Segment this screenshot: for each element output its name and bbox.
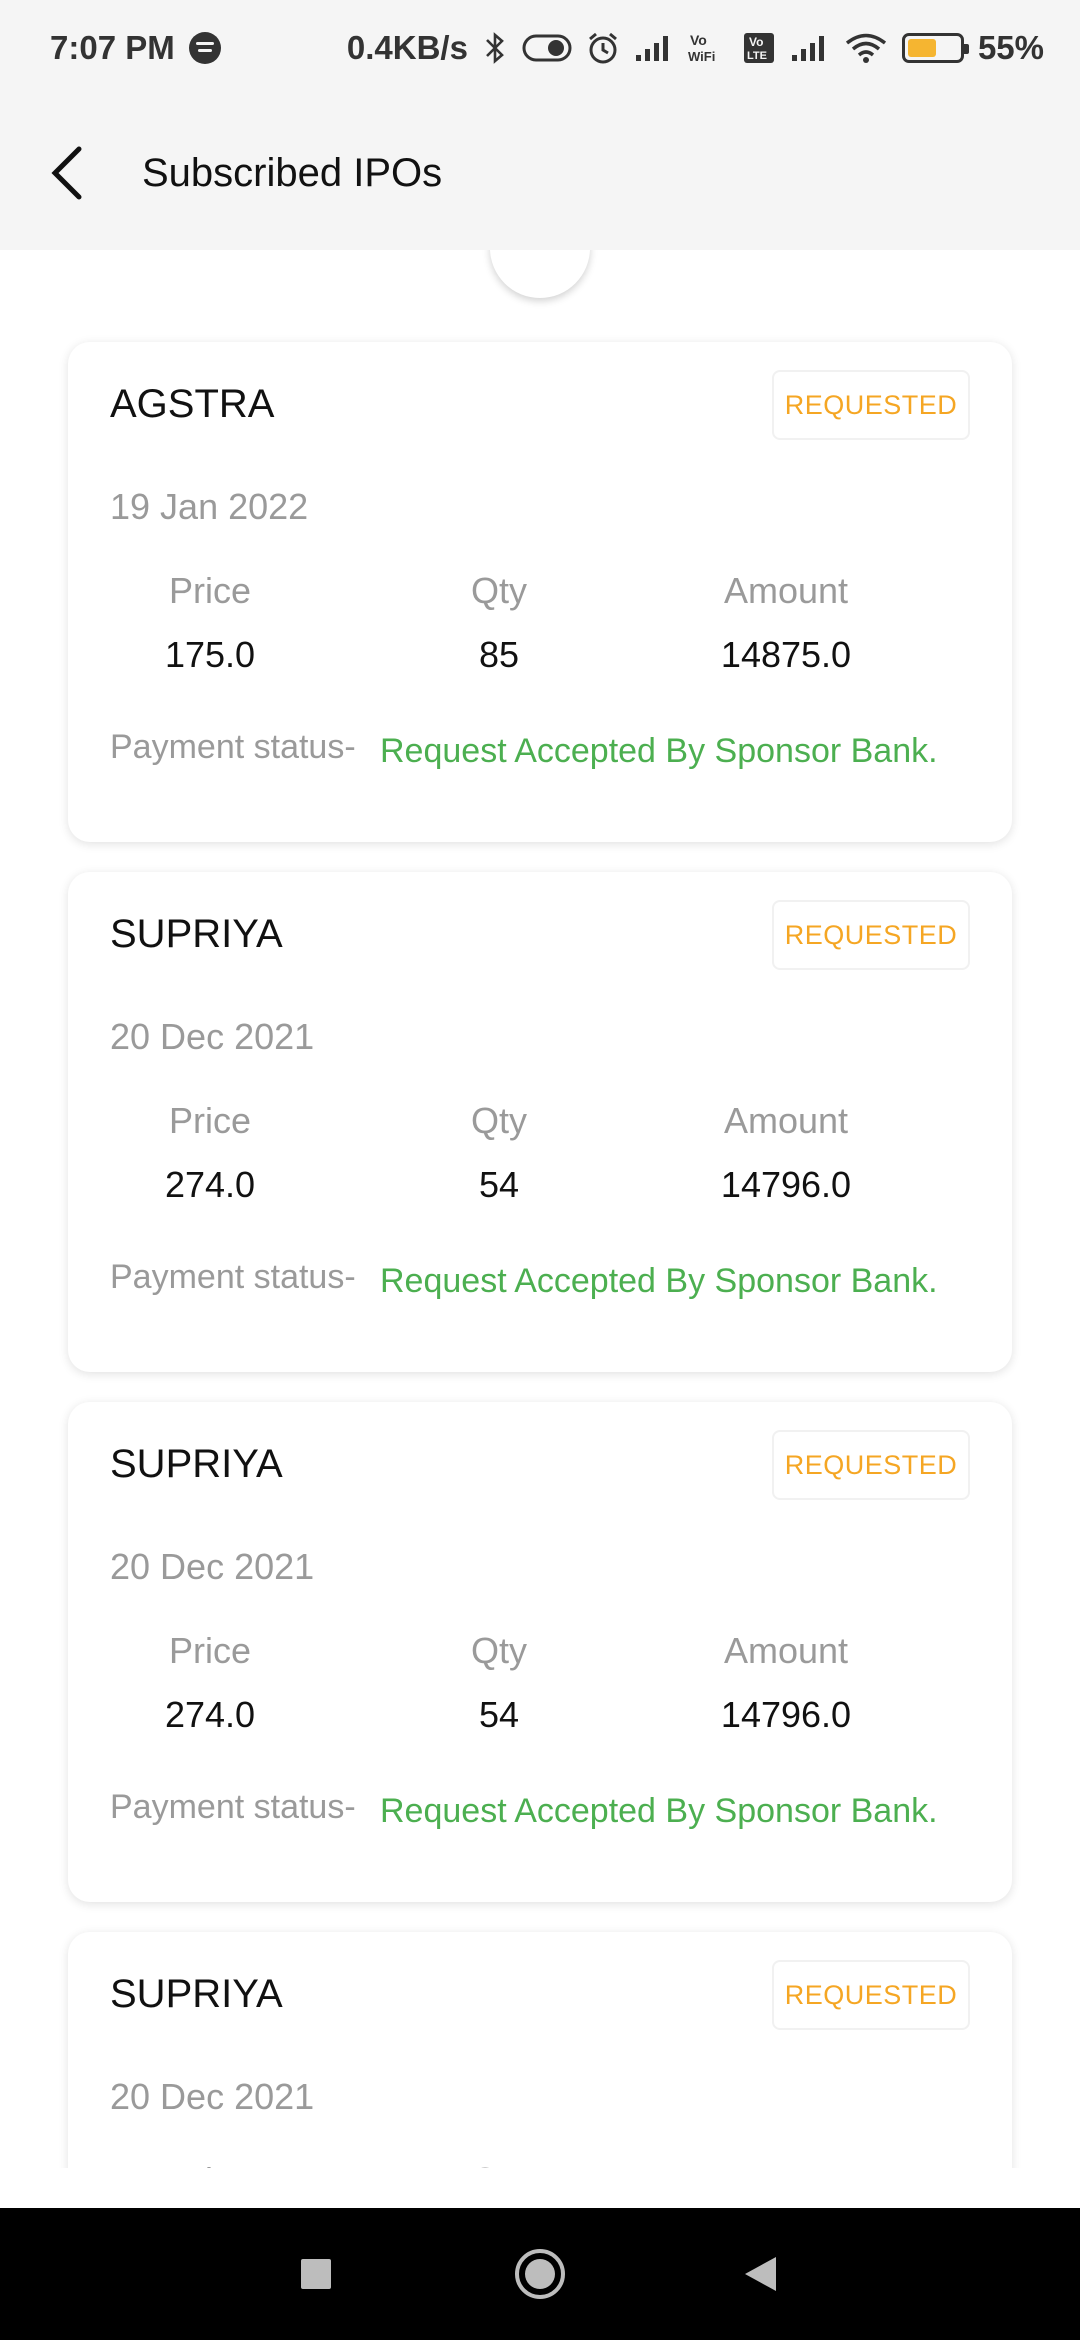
toggle-icon: [522, 33, 572, 63]
network-speed: 0.4KB/s: [346, 29, 468, 66]
amount-column: Amount 14875.0: [676, 570, 896, 676]
svg-text:Vo: Vo: [690, 32, 707, 48]
amount-label: Amount: [723, 1100, 849, 1141]
qty-column: Qty: [389, 2160, 609, 2168]
payment-status-value: Request Accepted By Sponsor Bank.: [380, 1262, 938, 1300]
price-label: Price: [100, 2160, 320, 2168]
qty-label: Qty: [470, 1630, 527, 1671]
ipo-name: SUPRIYA: [110, 1442, 283, 1486]
back-arrow-icon: [51, 146, 82, 200]
qty-label: Qty: [389, 2160, 609, 2168]
qty-column: Qty 54: [389, 1630, 609, 1736]
price-column: Price 175.0: [100, 570, 320, 676]
price-column: Price: [100, 2160, 320, 2168]
qty-value: 85: [478, 634, 520, 675]
status-badge: REQUESTED: [772, 900, 970, 970]
back-triangle-icon: [745, 2257, 776, 2291]
back-button[interactable]: [12, 118, 122, 228]
home-circle-icon: [515, 2249, 565, 2299]
vowifi-icon: Vo WiFi: [688, 31, 728, 65]
qty-label: Qty: [470, 1100, 527, 1141]
alarm-icon: [586, 31, 620, 65]
wifi-icon: [844, 32, 888, 64]
price-label: Price: [168, 570, 252, 611]
amount-label: Amount: [723, 1630, 849, 1671]
recents-square-icon: [301, 2259, 331, 2289]
qty-value: 54: [478, 1164, 520, 1205]
amount-column: Amount: [676, 2160, 896, 2168]
recents-button[interactable]: [236, 2208, 396, 2340]
volte-icon: Vo LTE: [742, 31, 776, 65]
page-title: Subscribed IPOs: [142, 150, 443, 195]
ipo-date: 20 Dec 2021: [110, 2076, 315, 2117]
svg-text:LTE: LTE: [747, 50, 767, 62]
ipo-date: 20 Dec 2021: [110, 1016, 315, 1057]
ipo-card[interactable]: SUPRIYA REQUESTED 20 Dec 2021 Price 274.0 Qty…: [68, 872, 1012, 1372]
price-label: Price: [168, 1630, 252, 1671]
home-button[interactable]: [460, 2208, 620, 2340]
amount-value: 14875.0: [720, 634, 852, 675]
ipo-name: SUPRIYA: [110, 1972, 283, 2016]
payment-status-label: Payment status-: [110, 1788, 356, 1826]
status-right: 0.4KB/s Vo WiFi Vo LTE 55%: [347, 29, 1044, 67]
qty-column: Qty 54: [389, 1100, 609, 1206]
payment-status-label: Payment status-: [110, 1258, 356, 1296]
back-nav-button[interactable]: [680, 2208, 840, 2340]
amount-column: Amount 14796.0: [676, 1630, 896, 1736]
price-column: Price 274.0: [100, 1100, 320, 1206]
status-bar: 7:07 PM 0.4KB/s Vo WiFi Vo LTE 55%: [0, 0, 1080, 96]
app-bar: Subscribed IPOs: [0, 96, 1080, 250]
amount-label: Amount: [676, 2160, 896, 2168]
status-time: 7:07 PM: [50, 29, 175, 66]
ipo-card[interactable]: AGSTRA REQUESTED 19 Jan 2022 Price 175.0 Qty 8…: [68, 342, 1012, 842]
navigation-bar: [0, 2208, 1080, 2340]
qty-column: Qty 85: [389, 570, 609, 676]
price-column: Price 274.0: [100, 1630, 320, 1736]
status-badge: REQUESTED: [772, 1430, 970, 1500]
battery-percent: 55%: [977, 29, 1044, 66]
price-label: Price: [168, 1100, 252, 1141]
battery-icon: [901, 33, 969, 63]
bluetooth-icon: [482, 31, 508, 65]
ipo-card[interactable]: SUPRIYA REQUESTED 20 Dec 2021 Price Qty Amoun…: [68, 1932, 1012, 2168]
svg-text:Vo: Vo: [749, 35, 763, 49]
ipo-card[interactable]: SUPRIYA REQUESTED 20 Dec 2021 Price 274.0 Qty…: [68, 1402, 1012, 1902]
ipo-date: 20 Dec 2021: [110, 1546, 315, 1587]
ipo-name: SUPRIYA: [110, 912, 283, 956]
amount-value: 14796.0: [720, 1694, 852, 1735]
price-value: 274.0: [164, 1164, 256, 1205]
status-left: 7:07 PM: [50, 29, 221, 67]
ipo-list[interactable]: AGSTRA REQUESTED 19 Jan 2022 Price 175.0 Qty 8…: [0, 250, 1080, 2168]
ipo-name: AGSTRA: [110, 382, 275, 426]
signal-icon: [634, 33, 674, 63]
signal-icon: [790, 33, 830, 63]
payment-status-value: Request Accepted By Sponsor Bank.: [380, 732, 938, 770]
svg-text:WiFi: WiFi: [688, 49, 715, 64]
amount-column: Amount 14796.0: [676, 1100, 896, 1206]
battery-fill: [907, 39, 936, 57]
amount-label: Amount: [723, 570, 849, 611]
qty-label: Qty: [470, 570, 527, 611]
refresh-indicator: [490, 250, 590, 298]
ipo-date: 19 Jan 2022: [110, 486, 309, 527]
status-badge: REQUESTED: [772, 370, 970, 440]
amount-value: 14796.0: [720, 1164, 852, 1205]
status-badge: REQUESTED: [772, 1960, 970, 2030]
payment-status-value: Request Accepted By Sponsor Bank.: [380, 1792, 938, 1830]
payment-status-label: Payment status-: [110, 728, 356, 766]
price-value: 175.0: [164, 634, 256, 675]
price-value: 274.0: [164, 1694, 256, 1735]
spotify-icon: [188, 32, 221, 64]
qty-value: 54: [478, 1694, 520, 1735]
